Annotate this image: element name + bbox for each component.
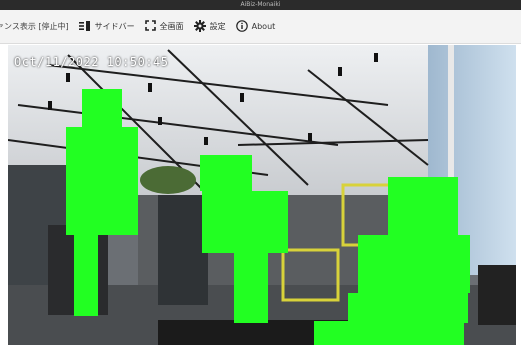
camera-feed: Oct/11/2022 10:50:45 — [8, 45, 516, 345]
video-timestamp: Oct/11/2022 10:50:45 — [14, 55, 169, 69]
window-titlebar: AiBiz-Monaiki — [0, 0, 521, 10]
fullscreen-button[interactable]: 全画面 — [144, 20, 184, 33]
fullscreen-label: 全画面 — [159, 22, 184, 31]
gear-icon — [193, 19, 206, 34]
about-button[interactable]: About — [235, 19, 276, 34]
sidebar-button[interactable]: サイドバー — [78, 20, 135, 33]
camera-scene — [8, 45, 516, 345]
fullscreen-icon — [144, 20, 156, 33]
instance-view-toggle[interactable]: ァンス表示 [停止中] — [0, 21, 69, 32]
settings-label: 設定 — [209, 22, 226, 31]
sidebar-icon — [78, 20, 91, 33]
window-title: AiBiz-Monaiki — [240, 1, 281, 8]
toolbar: ァンス表示 [停止中] サイドバー 全画面 設定 About — [0, 10, 521, 44]
instance-view-label: ァンス表示 [停止中] — [0, 22, 69, 31]
info-icon — [235, 19, 248, 34]
settings-button[interactable]: 設定 — [193, 19, 226, 34]
sidebar-label: サイドバー — [94, 22, 135, 31]
about-label: About — [251, 22, 276, 31]
